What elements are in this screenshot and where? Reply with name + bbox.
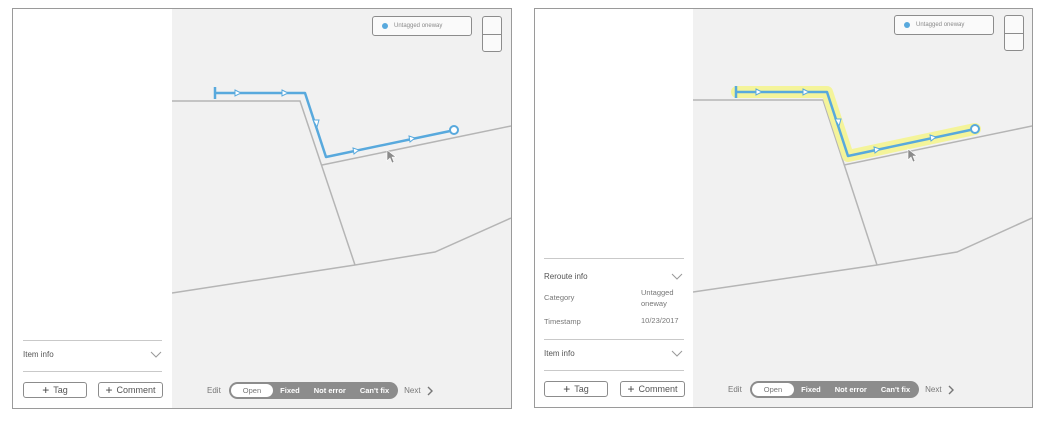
status-open[interactable]: Open: [751, 383, 795, 396]
edit-link[interactable]: Edit: [207, 386, 221, 395]
divider: [23, 340, 162, 341]
next-link[interactable]: Next: [404, 386, 420, 395]
legend: Untagged oneway: [894, 15, 994, 35]
category-label: Category: [544, 293, 575, 302]
divider: [23, 371, 162, 372]
divider: [544, 258, 684, 259]
status-fixed[interactable]: Fixed: [273, 386, 307, 395]
plus-icon: +: [42, 383, 50, 397]
edit-link[interactable]: Edit: [728, 385, 742, 394]
status-cant-fix[interactable]: Can't fix: [874, 385, 917, 394]
chevron-down-icon[interactable]: [671, 273, 683, 281]
zoom-in-button[interactable]: [483, 17, 501, 34]
reroute-info-title: Reroute info: [544, 272, 588, 281]
chevron-down-icon[interactable]: [671, 350, 683, 358]
plus-icon: +: [105, 383, 113, 397]
oneway-route[interactable]: [213, 87, 459, 159]
chevron-right-icon[interactable]: [948, 385, 954, 395]
chevron-right-icon[interactable]: [427, 386, 433, 396]
untagged-oneway-dot: [382, 23, 388, 29]
comment-button-label: Comment: [638, 384, 678, 394]
cursor-icon: [386, 149, 397, 164]
status-fixed[interactable]: Fixed: [794, 385, 828, 394]
add-comment-button[interactable]: + Comment: [620, 381, 685, 397]
item-info-title: Item info: [544, 349, 575, 358]
item-info-title: Item info: [23, 350, 54, 359]
map-view[interactable]: Untagged oneway Edit Open Fixed Not erro…: [693, 9, 1032, 407]
road: [693, 99, 878, 266]
timestamp-label: Timestamp: [544, 317, 581, 326]
map-view[interactable]: Untagged oneway Edit Open Fixed Not erro…: [172, 9, 511, 408]
status-segmented-control: Open Fixed Not error Can't fix: [749, 381, 920, 398]
timestamp-value: 10/23/2017: [641, 316, 679, 325]
zoom-control: [1004, 15, 1024, 51]
right-frame: Reroute info Category Untagged oneway Ti…: [534, 8, 1033, 408]
category-value-line2: oneway: [641, 299, 667, 308]
zoom-out-button[interactable]: [483, 34, 501, 52]
zoom-control: [482, 16, 502, 52]
plus-icon: +: [563, 382, 571, 396]
untagged-oneway-dot: [904, 22, 910, 28]
tag-button-label: Tag: [574, 384, 589, 394]
add-tag-button[interactable]: + Tag: [544, 381, 608, 397]
plus-icon: +: [627, 382, 635, 396]
route-highlight: [731, 86, 981, 162]
road: [321, 125, 511, 166]
add-tag-button[interactable]: + Tag: [23, 382, 87, 398]
next-link[interactable]: Next: [925, 385, 941, 394]
divider: [544, 339, 684, 340]
category-value-line1: Untagged: [641, 288, 674, 297]
zoom-in-button[interactable]: [1005, 16, 1023, 33]
route-end-marker: [449, 125, 459, 135]
legend-label: Untagged oneway: [916, 22, 965, 28]
status-cant-fix[interactable]: Can't fix: [353, 386, 396, 395]
add-comment-button[interactable]: + Comment: [98, 382, 163, 398]
road: [693, 217, 1032, 293]
road: [172, 217, 511, 294]
status-not-error[interactable]: Not error: [307, 386, 353, 395]
legend: Untagged oneway: [372, 16, 472, 36]
road: [172, 100, 356, 266]
action-bar: Edit Open Fixed Not error Can't fix Next: [207, 382, 433, 399]
chevron-down-icon[interactable]: [150, 351, 162, 359]
zoom-out-button[interactable]: [1005, 33, 1023, 51]
tag-button-label: Tag: [53, 385, 68, 395]
action-bar: Edit Open Fixed Not error Can't fix Next: [728, 381, 954, 398]
comment-button-label: Comment: [116, 385, 156, 395]
right-sidebar: Reroute info Category Untagged oneway Ti…: [535, 9, 694, 407]
status-not-error[interactable]: Not error: [828, 385, 874, 394]
left-frame: Item info + Tag + Comment Untagged onewa…: [12, 8, 512, 409]
legend-label: Untagged oneway: [394, 23, 443, 29]
status-segmented-control: Open Fixed Not error Can't fix: [228, 382, 399, 399]
route-end-marker: [970, 124, 980, 134]
status-open[interactable]: Open: [230, 384, 274, 397]
divider: [544, 370, 684, 371]
left-sidebar: Item info + Tag + Comment: [13, 9, 173, 408]
